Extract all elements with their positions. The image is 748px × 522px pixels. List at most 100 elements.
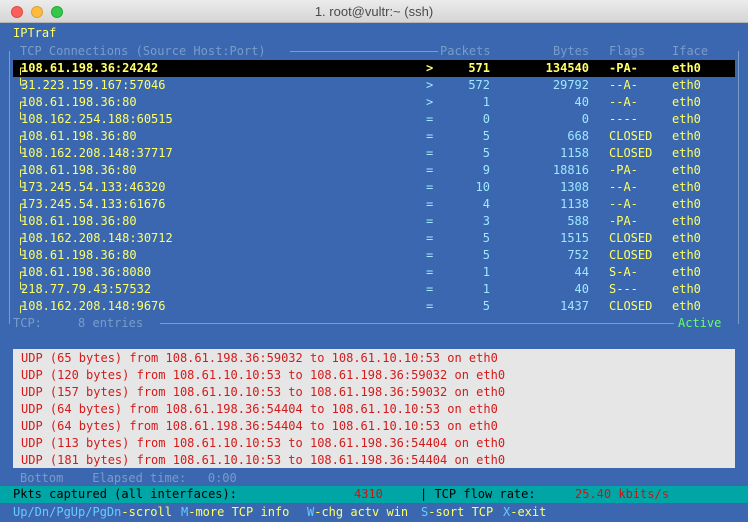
row-direction: = xyxy=(426,197,434,211)
key-exit: X-exit xyxy=(503,504,546,521)
tcp-header-rule xyxy=(290,51,438,52)
tcp-header-bytes: Bytes xyxy=(553,44,590,58)
row-packets: 5 xyxy=(482,231,490,245)
tcp-connection-row[interactable]: └ 108.61.198.36:80 = 3 588 -PA-eth0 xyxy=(13,213,735,230)
row-bytes: 1138 xyxy=(560,197,589,211)
row-packets: 0 xyxy=(482,112,490,126)
row-bytes: 1158 xyxy=(560,146,589,160)
tcp-connection-row[interactable]: └ 31.223.159.167:57046 >572 29792 --A-eth0 xyxy=(13,77,735,94)
row-flags: S-A- xyxy=(609,265,638,279)
row-iface: eth0 xyxy=(672,163,701,177)
udp-log-line: UDP (157 bytes) from 108.61.10.10:53 to … xyxy=(21,385,506,399)
tcp-connection-row[interactable]: ┌ 108.61.198.36:8080 = 1 44 S-A-eth0 xyxy=(13,264,735,281)
row-iface: eth0 xyxy=(672,214,701,228)
key-scroll-desc: -scroll xyxy=(121,505,172,519)
row-flags: CLOSED xyxy=(609,299,653,313)
tcp-header-packets: Packets xyxy=(440,44,491,58)
row-iface: eth0 xyxy=(672,265,701,279)
udp-log-window[interactable]: UDP (65 bytes) from 108.61.198.36:59032 … xyxy=(13,349,735,468)
udp-log-line: UDP (64 bytes) from 108.61.198.36:54404 … xyxy=(21,402,498,416)
row-packets: 5 xyxy=(482,299,490,313)
row-host: 173.245.54.133:46320 xyxy=(21,180,166,194)
tcp-connection-row[interactable]: ┌ 108.61.198.36:24242 >571 134540 -PA-eth0 xyxy=(13,60,735,77)
tcp-frame-right xyxy=(738,51,739,324)
row-bytes: 29792 xyxy=(552,78,589,92)
row-bytes: 752 xyxy=(567,248,589,262)
row-flags: S--- xyxy=(609,282,638,296)
key-sort: S-sort TCP xyxy=(421,504,493,521)
row-direction: = xyxy=(426,231,434,245)
row-direction: > xyxy=(426,95,434,109)
tcp-connection-row[interactable]: └ 108.162.208.148:37717 = 5 1158 CLOSED eth0 xyxy=(13,145,735,162)
row-packets: 1 xyxy=(482,282,490,296)
row-bytes: 1515 xyxy=(560,231,589,245)
row-host: 108.61.198.36:80 xyxy=(21,95,137,109)
tcp-header-flags: Flags xyxy=(609,44,646,58)
tcp-connection-row[interactable]: └ 218.77.79.43:57532 = 1 40 S--- eth0 xyxy=(13,281,735,298)
row-bytes: 44 xyxy=(574,265,589,279)
tcp-frame-left xyxy=(9,51,10,324)
flow-rate-value: 25.40 kbits/s xyxy=(575,487,669,501)
row-packets: 571 xyxy=(468,61,490,75)
row-host: 218.77.79.43:57532 xyxy=(21,282,152,296)
row-host: 31.223.159.167:57046 xyxy=(21,78,166,92)
row-packets: 5 xyxy=(482,129,490,143)
tcp-connection-row[interactable]: └ 108.61.198.36:80 = 5 752 CLOSED eth0 xyxy=(13,247,735,264)
tcp-connection-row[interactable]: └ 108.162.254.188:60515 = 0 0 ---- eth0 xyxy=(13,111,735,128)
row-bytes: 18816 xyxy=(552,163,589,177)
row-bytes: 1437 xyxy=(560,299,589,313)
row-host: 108.61.198.36:80 xyxy=(21,214,137,228)
row-packets: 5 xyxy=(482,248,490,262)
udp-log-line: UDP (113 bytes) from 108.61.10.10:53 to … xyxy=(21,436,506,450)
key-change-window-desc: -chg actv win xyxy=(314,505,409,519)
row-iface: eth0 xyxy=(672,61,701,75)
log-status-text: Bottom Elapsed time: 0:00 xyxy=(20,471,237,485)
row-host: 108.162.254.188:60515 xyxy=(21,112,173,126)
key-scroll-key: Up/Dn/PgUp/PgDn xyxy=(13,505,122,519)
row-flags: ---- xyxy=(609,112,638,126)
row-host: 173.245.54.133:61676 xyxy=(21,197,166,211)
row-bytes: 0 xyxy=(581,112,589,126)
row-iface: eth0 xyxy=(672,231,701,245)
row-flags: CLOSED xyxy=(609,231,653,245)
row-flags: --A- xyxy=(609,180,638,194)
row-host: 108.162.208.148:37717 xyxy=(21,146,173,160)
tcp-connection-row[interactable]: └ 173.245.54.133:46320 = 10 1308 --A-eth0 xyxy=(13,179,735,196)
window-titlebar: 1. root@vultr:~ (ssh) xyxy=(0,0,748,23)
row-direction: = xyxy=(426,265,434,279)
tcp-connection-row[interactable]: ┌ 173.245.54.133:61676 = 4 1138 --A-eth0 xyxy=(13,196,735,213)
row-iface: eth0 xyxy=(672,95,701,109)
row-iface: eth0 xyxy=(672,248,701,262)
row-flags: CLOSED xyxy=(609,146,653,160)
row-bytes: 40 xyxy=(574,95,589,109)
keyboard-help-bar: Up/Dn/PgUp/PgDn-scroll M-more TCP info W… xyxy=(0,503,748,522)
row-iface: eth0 xyxy=(672,112,701,126)
row-flags: CLOSED xyxy=(609,248,653,262)
tcp-connection-row[interactable]: ┌ 108.61.198.36:80 = 9 18816 -PA-eth0 xyxy=(13,162,735,179)
row-packets: 4 xyxy=(482,197,490,211)
tcp-connection-row[interactable]: ┌ 108.61.198.36:80 >1 40 --A-eth0 xyxy=(13,94,735,111)
pkts-captured-value: 4310 xyxy=(354,487,383,501)
terminal-window: 1. root@vultr:~ (ssh) IPTraf TCP Connect… xyxy=(0,0,748,522)
terminal-content[interactable]: IPTraf TCP Connections (Source Host:Port… xyxy=(0,23,748,522)
tcp-connection-row[interactable]: ┌ 108.162.208.148:9676 = 5 1437 CLOSED eth0 xyxy=(13,298,735,315)
tcp-connection-row[interactable]: ┌ 108.61.198.36:80 = 5 668 CLOSED eth0 xyxy=(13,128,735,145)
app-title: IPTraf xyxy=(13,26,57,40)
row-packets: 10 xyxy=(475,180,490,194)
udp-log-line: UDP (65 bytes) from 108.61.198.36:59032 … xyxy=(21,351,498,365)
row-host: 108.61.198.36:80 xyxy=(21,248,137,262)
row-bytes: 588 xyxy=(567,214,589,228)
tcp-status-rule xyxy=(160,323,674,324)
row-direction: = xyxy=(426,129,434,143)
row-direction: = xyxy=(426,248,434,262)
row-iface: eth0 xyxy=(672,78,701,92)
row-iface: eth0 xyxy=(672,180,701,194)
row-bytes: 1308 xyxy=(560,180,589,194)
key-exit-desc: -exit xyxy=(510,505,547,519)
tcp-connection-row[interactable]: ┌ 108.162.208.148:30712 = 5 1515 CLOSED eth0 xyxy=(13,230,735,247)
tcp-header-connections: TCP Connections (Source Host:Port) xyxy=(20,44,266,58)
row-iface: eth0 xyxy=(672,197,701,211)
tcp-header-iface: Iface xyxy=(672,44,709,58)
row-host: 108.162.208.148:30712 xyxy=(21,231,173,245)
row-host: 108.162.208.148:9676 xyxy=(21,299,166,313)
